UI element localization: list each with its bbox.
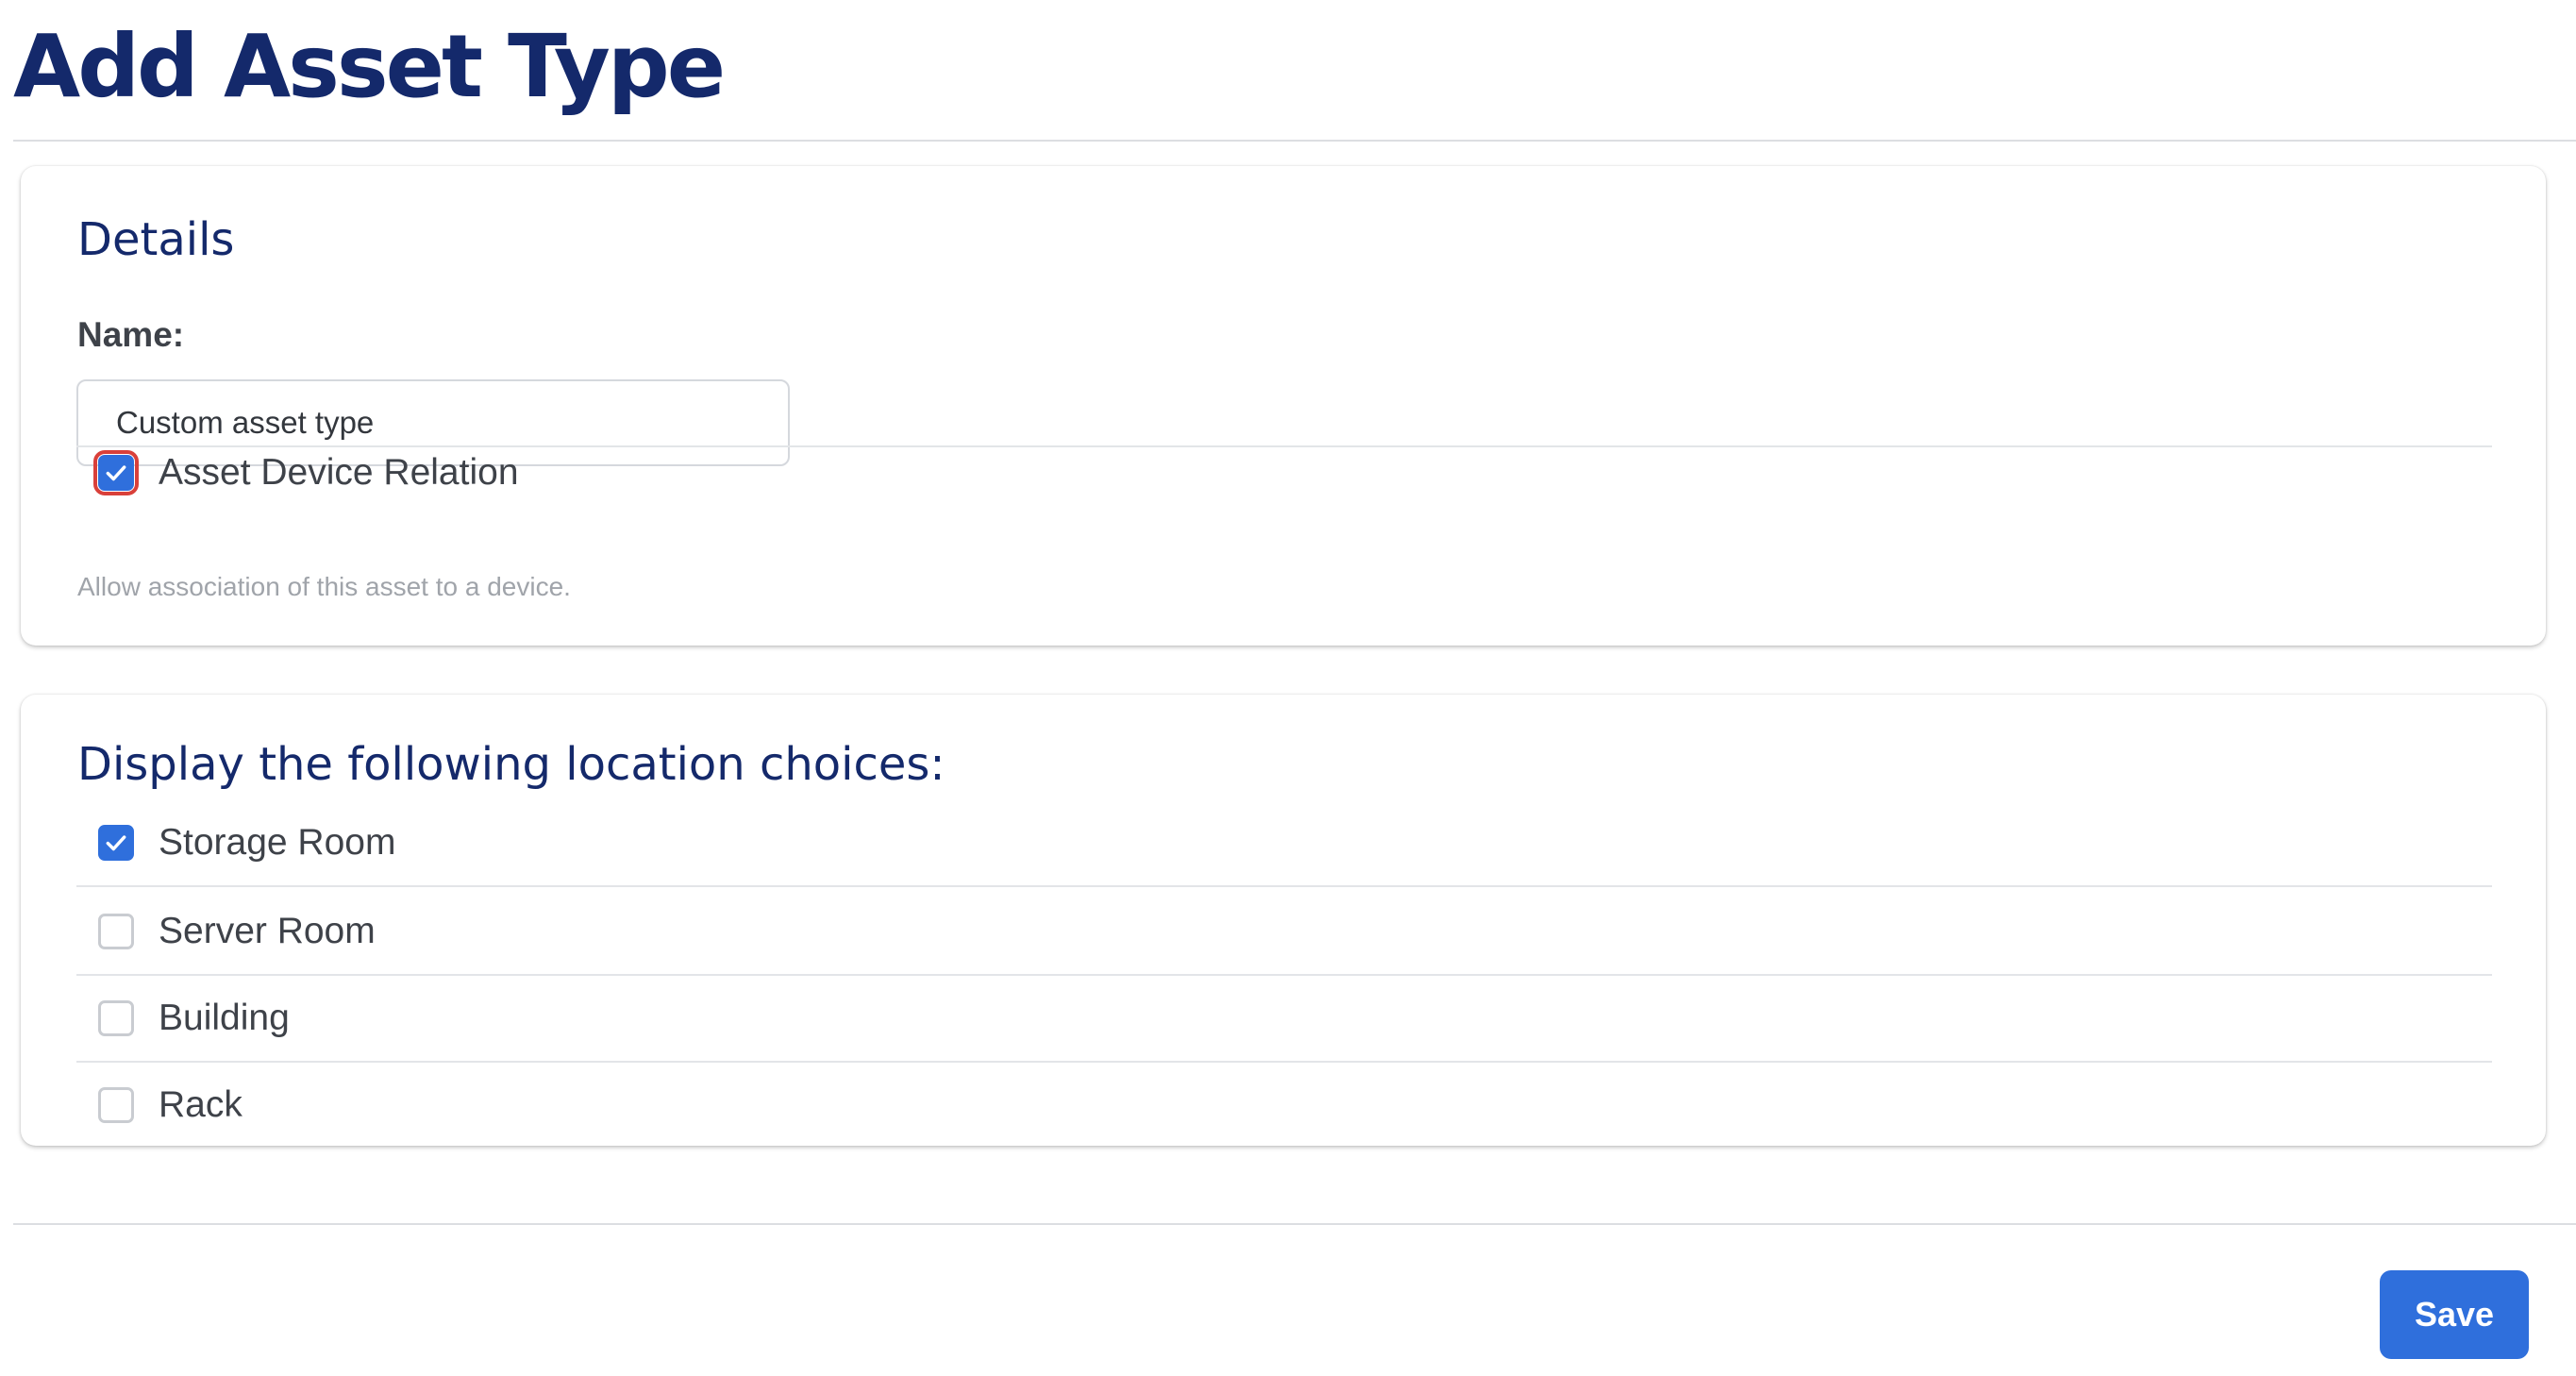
save-button[interactable]: Save: [2380, 1270, 2529, 1359]
asset-device-relation-help: Allow association of this asset to a dev…: [77, 572, 571, 601]
asset-device-relation-label: Asset Device Relation: [159, 452, 519, 493]
building-checkbox[interactable]: [98, 1000, 134, 1036]
rack-checkbox[interactable]: [98, 1087, 134, 1123]
location-option-storage-room[interactable]: Storage Room: [98, 819, 395, 866]
page-title: Add Asset Type: [13, 16, 726, 117]
asset-device-relation-checkbox[interactable]: [93, 450, 139, 495]
details-divider: [76, 445, 2492, 447]
details-heading: Details: [77, 213, 235, 266]
title-divider: [13, 140, 2576, 142]
location-divider: [76, 885, 2492, 887]
building-label: Building: [159, 998, 290, 1038]
checkmark-icon: [106, 465, 126, 481]
location-choices-card: Display the following location choices: …: [21, 695, 2546, 1146]
location-divider: [76, 974, 2492, 976]
location-option-building[interactable]: Building: [98, 995, 290, 1042]
checkmark-icon: [106, 835, 126, 851]
server-room-checkbox[interactable]: [98, 914, 134, 949]
location-option-server-room[interactable]: Server Room: [98, 908, 376, 955]
storage-room-checkbox[interactable]: [98, 825, 134, 861]
storage-room-label: Storage Room: [159, 822, 396, 863]
name-label: Name:: [77, 315, 185, 354]
location-choices-heading: Display the following location choices:: [77, 738, 945, 791]
footer-divider: [13, 1223, 2576, 1225]
details-card: Details Name: Asset Device Relation Allo…: [21, 166, 2546, 646]
server-room-label: Server Room: [159, 911, 376, 951]
rack-label: Rack: [159, 1084, 243, 1125]
location-option-rack[interactable]: Rack: [98, 1082, 243, 1129]
location-divider: [76, 1061, 2492, 1063]
asset-device-relation-option[interactable]: Asset Device Relation: [93, 449, 519, 496]
